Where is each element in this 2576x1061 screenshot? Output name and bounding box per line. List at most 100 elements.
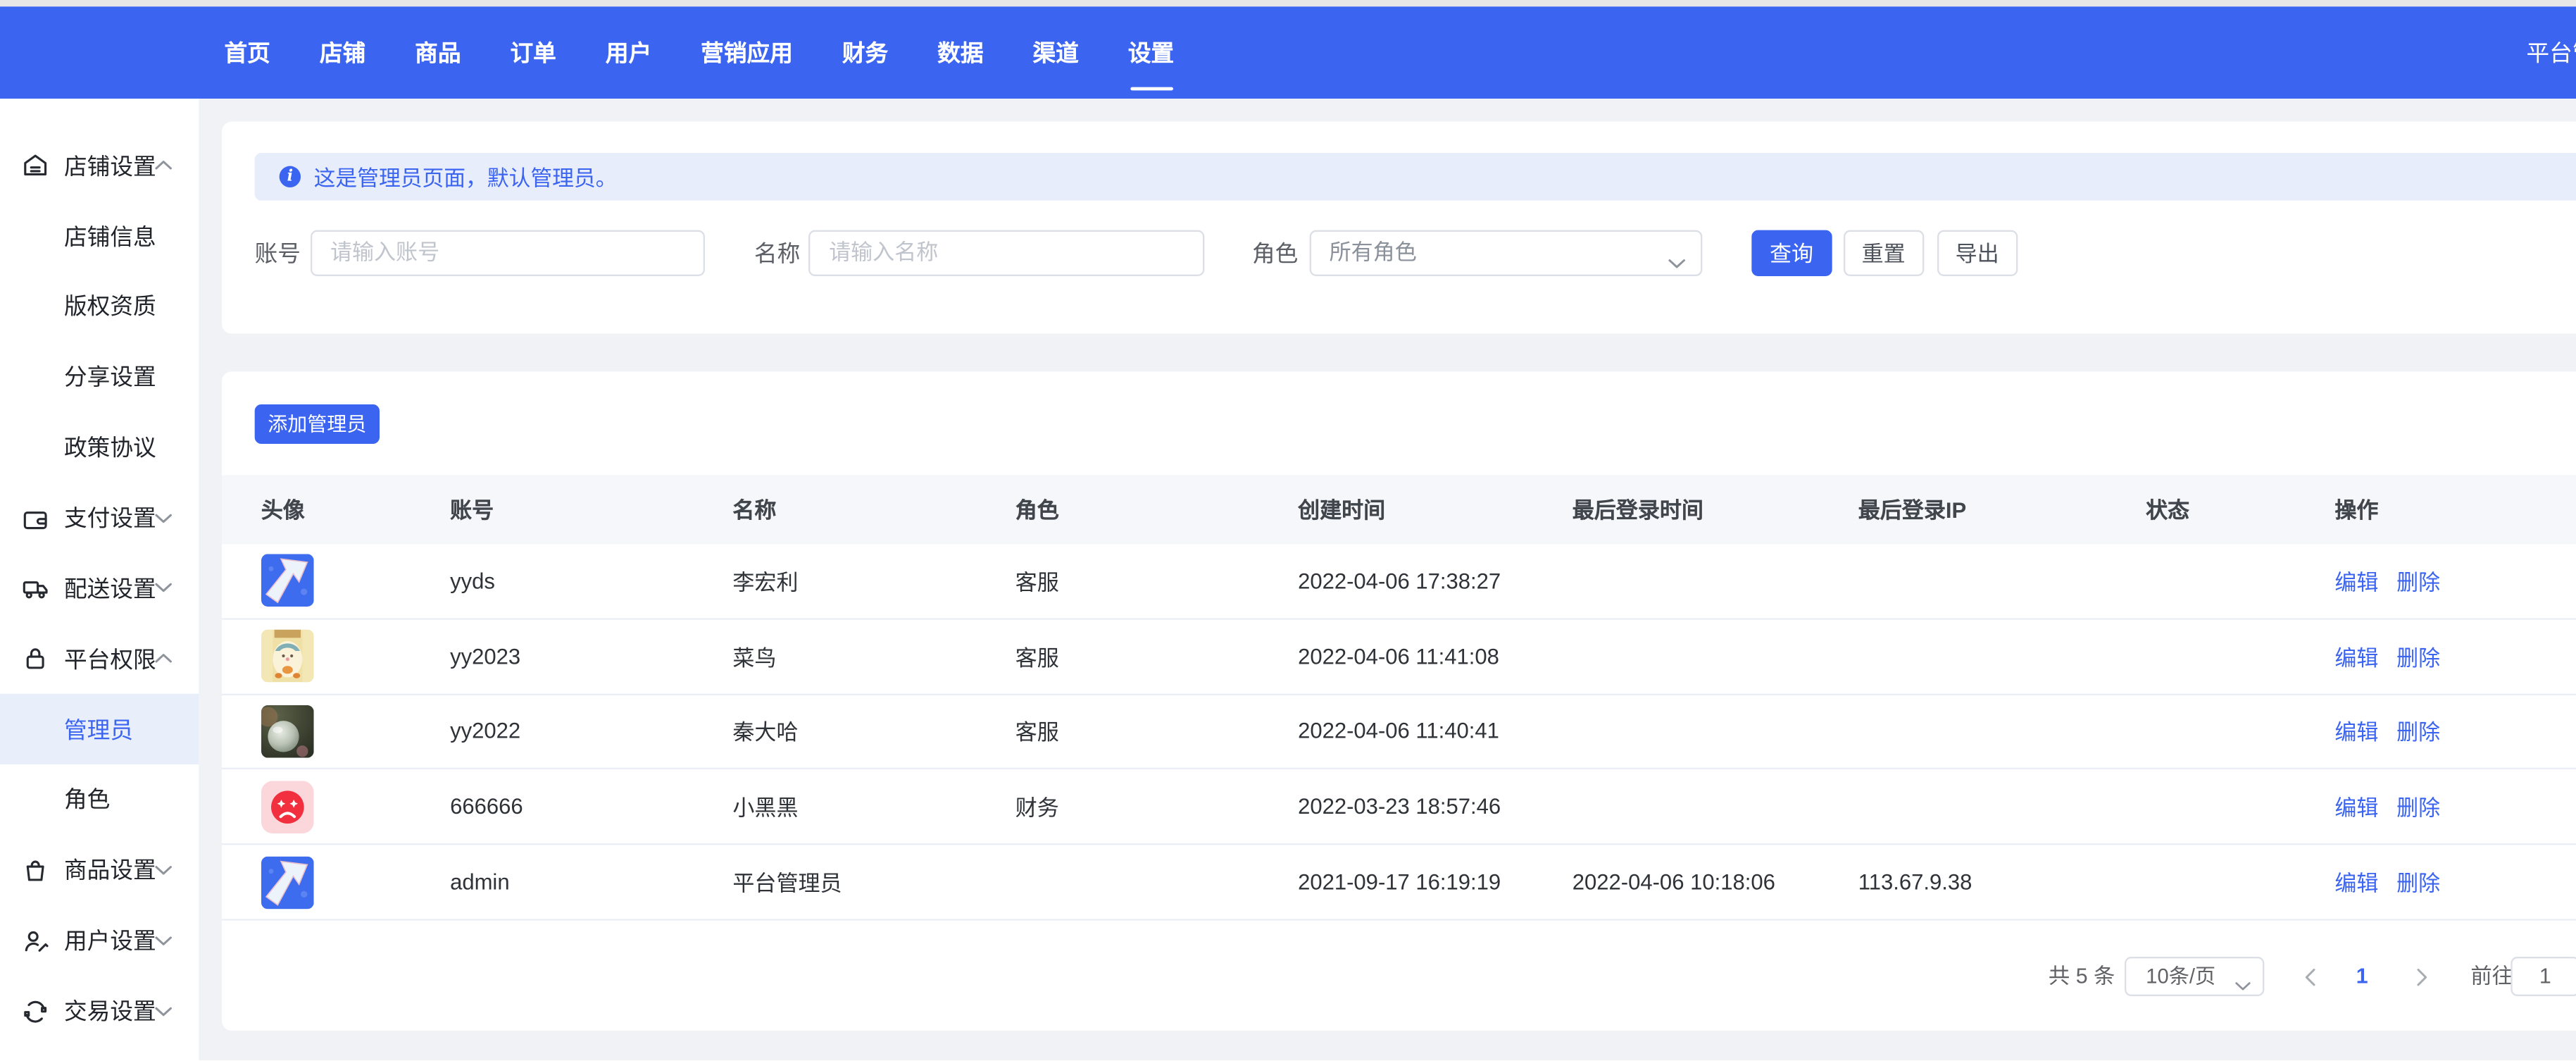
chevron-down-icon <box>154 1005 173 1017</box>
admin-page: 首页 店铺 商品 订单 用户 营销应用 财务 数据 渠道 设置 平台管理员 店铺… <box>0 0 2576 1061</box>
nav-item-data[interactable]: 数据 <box>937 36 983 69</box>
sidebar-label: 商品设置 <box>64 854 156 887</box>
name-input-wrap <box>809 230 1204 275</box>
export-button[interactable]: 导出 <box>1937 230 2017 275</box>
sidebar-group-platform-auth[interactable]: 平台权限 <box>0 623 199 694</box>
cell-last-login-time: 2022-04-06 10:18:06 <box>1573 869 1858 894</box>
nav-item-marketing[interactable]: 营销应用 <box>701 36 793 69</box>
table-body: yyds 李宏利 客服 2022-04-06 17:38:27 编辑删除 yy2… <box>222 544 2576 920</box>
add-admin-button[interactable]: 添加管理员 <box>255 404 380 444</box>
cell-role: 客服 <box>1015 716 1298 747</box>
edit-link[interactable]: 编辑 <box>2334 721 2378 745</box>
nav-item-finance[interactable]: 财务 <box>842 36 888 69</box>
info-banner-text: 这是管理员页面，默认管理员。 <box>314 161 618 192</box>
nav-item-users[interactable]: 用户 <box>606 36 651 69</box>
col-header-account: 账号 <box>450 494 732 525</box>
nav-item-goods[interactable]: 商品 <box>415 36 461 69</box>
cell-account: yy2023 <box>450 644 732 669</box>
edit-link[interactable]: 编辑 <box>2334 570 2378 595</box>
cell-created: 2022-03-23 18:57:46 <box>1298 795 1573 819</box>
cell-created: 2022-04-06 11:40:41 <box>1298 719 1573 744</box>
name-input[interactable] <box>811 231 1202 274</box>
sidebar-label: 交易设置 <box>64 995 156 1028</box>
col-header-role: 角色 <box>1015 494 1298 525</box>
cell-account: yy2022 <box>450 719 732 744</box>
sidebar-group-shop-settings[interactable]: 店铺设置 <box>0 130 199 201</box>
sidebar-item-roles[interactable]: 角色 <box>0 764 199 835</box>
top-nav: 首页 店铺 商品 订单 用户 营销应用 财务 数据 渠道 设置 平台管理员 <box>0 6 2576 99</box>
sidebar-label-active: 管理员 <box>64 713 133 746</box>
shopping-bag-icon <box>21 856 49 884</box>
page-number-1[interactable]: 1 <box>2356 956 2368 995</box>
avatar-blue-arrow <box>261 554 314 607</box>
sidebar-group-goods-settings[interactable]: 商品设置 <box>0 835 199 905</box>
col-header-actions: 操作 <box>2334 494 2576 525</box>
edit-link[interactable]: 编辑 <box>2334 871 2378 896</box>
info-icon: i <box>280 166 301 187</box>
sidebar-item-admins[interactable]: 管理员 <box>0 694 199 764</box>
cell-name: 秦大哈 <box>732 716 1015 747</box>
top-nav-menu: 首页 店铺 商品 订单 用户 营销应用 财务 数据 渠道 设置 <box>224 6 1174 99</box>
table-header-row: 头像 账号 名称 角色 创建时间 最后登录时间 最后登录IP 状态 操作 <box>222 475 2576 544</box>
lock-icon <box>21 645 49 673</box>
pagination-total: 共 5 条 <box>2049 956 2115 995</box>
cell-created: 2021-09-17 16:19:19 <box>1298 869 1573 894</box>
sidebar-item-share-settings[interactable]: 分享设置 <box>0 342 199 412</box>
delete-link[interactable]: 删除 <box>2396 871 2440 896</box>
sidebar-group-payment-settings[interactable]: 支付设置 <box>0 483 199 553</box>
chevron-down-icon <box>154 864 173 876</box>
chevron-up-icon <box>154 160 173 171</box>
page-size-select[interactable]: 10条/页 <box>2125 956 2265 995</box>
delete-link[interactable]: 删除 <box>2396 721 2440 745</box>
role-select[interactable]: 所有角色 <box>1310 230 1703 275</box>
delete-link[interactable]: 删除 <box>2396 570 2440 595</box>
sidebar-label: 店铺信息 <box>64 220 156 253</box>
table-row: admin 平台管理员 2021-09-17 16:19:19 2022-04-… <box>222 845 2576 921</box>
goto-page-input[interactable] <box>2511 956 2576 995</box>
nav-item-orders[interactable]: 订单 <box>510 36 556 69</box>
chevron-up-icon <box>154 653 173 664</box>
delete-link[interactable]: 删除 <box>2396 796 2440 821</box>
account-label: 账号 <box>255 230 301 275</box>
account-input-wrap <box>311 230 706 275</box>
col-header-status: 状态 <box>2146 494 2334 525</box>
goto-label: 前往 <box>2470 956 2513 995</box>
next-page-arrow-icon[interactable] <box>2415 967 2428 985</box>
cell-role: 客服 <box>1015 565 1298 596</box>
sidebar-item-shop-info[interactable]: 店铺信息 <box>0 201 199 271</box>
user-edit-icon <box>21 926 49 955</box>
query-button[interactable]: 查询 <box>1751 230 1831 275</box>
sidebar-item-policy[interactable]: 政策协议 <box>0 412 199 483</box>
delete-link[interactable]: 删除 <box>2396 645 2440 670</box>
cell-name: 平台管理员 <box>732 867 1015 898</box>
sidebar-group-delivery-settings[interactable]: 配送设置 <box>0 553 199 623</box>
chevron-down-icon <box>154 583 173 594</box>
sidebar-item-copyright[interactable]: 版权资质 <box>0 271 199 342</box>
edit-link[interactable]: 编辑 <box>2334 645 2378 670</box>
window-top-strip <box>0 0 2576 6</box>
avatar-plush-toy <box>261 630 314 683</box>
role-label: 角色 <box>1252 230 1298 275</box>
chevron-down-icon <box>2235 972 2251 981</box>
nav-item-shop[interactable]: 店铺 <box>320 36 365 69</box>
nav-item-channels[interactable]: 渠道 <box>1032 36 1078 69</box>
account-input[interactable] <box>312 231 704 274</box>
reset-button[interactable]: 重置 <box>1844 230 1923 275</box>
nav-item-settings[interactable]: 设置 <box>1128 36 1174 69</box>
truck-icon <box>21 574 49 602</box>
shop-icon <box>21 151 49 180</box>
edit-link[interactable]: 编辑 <box>2334 796 2378 821</box>
sidebar-group-user-settings[interactable]: 用户设置 <box>0 905 199 976</box>
prev-page-arrow-icon[interactable] <box>2303 967 2317 985</box>
avatar-blue-arrow <box>261 856 314 909</box>
nav-item-home[interactable]: 首页 <box>224 36 270 69</box>
sidebar-label: 分享设置 <box>64 361 156 394</box>
avatar-sad-face <box>261 781 314 833</box>
sidebar-group-trade-settings[interactable]: 交易设置 <box>0 976 199 1046</box>
cell-name: 菜鸟 <box>732 640 1015 671</box>
sidebar-label: 政策协议 <box>64 431 156 464</box>
table-row: yyds 李宏利 客服 2022-04-06 17:38:27 编辑删除 <box>222 544 2576 619</box>
col-header-last-login-ip: 最后登录IP <box>1858 494 2146 525</box>
cell-created: 2022-04-06 11:41:08 <box>1298 644 1573 669</box>
nav-user-label[interactable]: 平台管理员 <box>2526 36 2576 69</box>
